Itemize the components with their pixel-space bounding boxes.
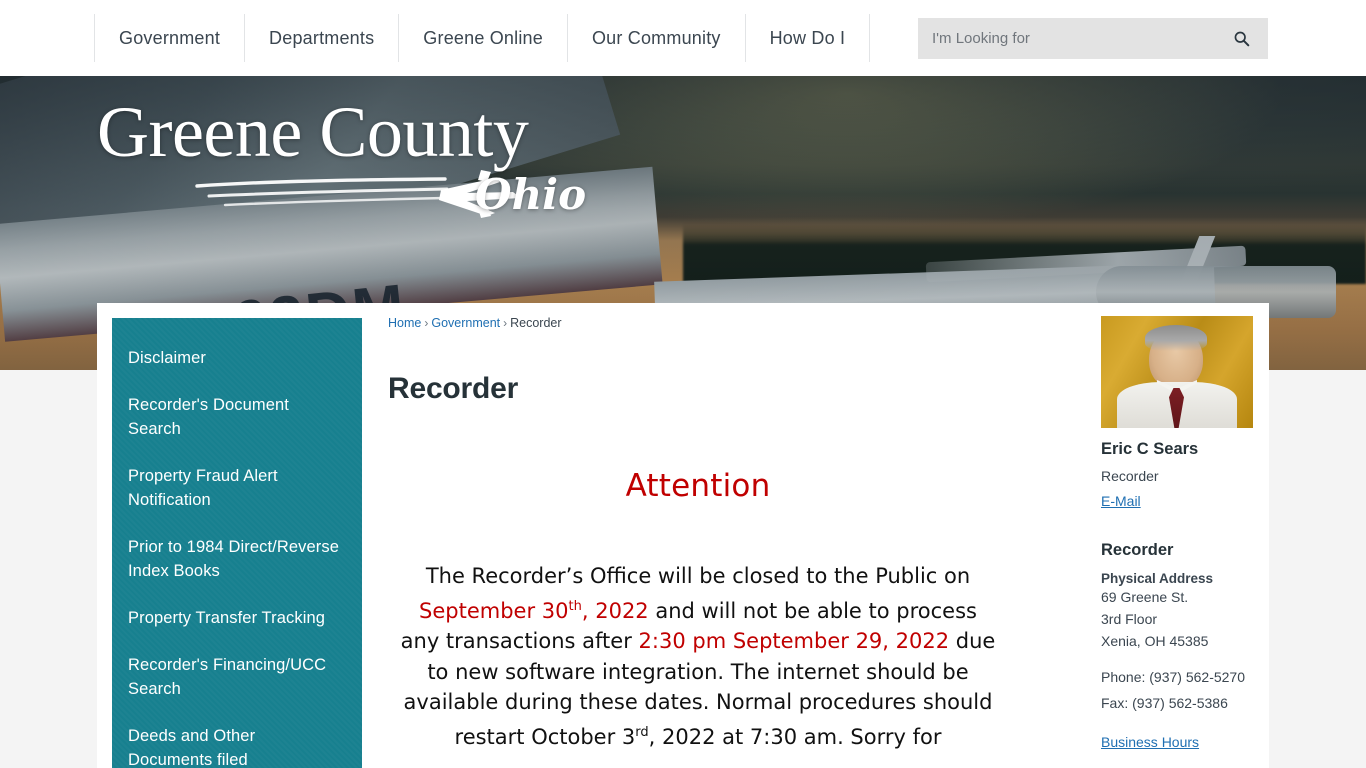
portrait-hair <box>1145 325 1207 351</box>
notice-heading: Attention <box>625 468 771 504</box>
sidebar-item-recorders-document-search[interactable]: Recorder's Document Search <box>128 393 342 441</box>
logo-title: Greene County <box>97 92 529 172</box>
address-line: 3rd Floor <box>1101 611 1158 627</box>
nav-label: Departments <box>269 27 375 48</box>
notice-date-1-suffix: th <box>568 598 582 614</box>
official-name: Eric C Sears <box>1101 440 1199 458</box>
nav-item-our-community[interactable]: Our Community <box>566 14 745 62</box>
breadcrumb-current: Recorder <box>510 316 562 330</box>
notice-date-1: September 30 <box>419 598 569 623</box>
address-line: 69 Greene St. <box>1101 589 1189 605</box>
search-button[interactable] <box>1228 26 1254 52</box>
nav-label: How Do I <box>769 27 846 48</box>
nav-label: Our Community <box>591 27 721 48</box>
breadcrumb-separator: › <box>424 316 429 330</box>
notice-body: The Recorder’s Office will be closed to … <box>388 561 1008 752</box>
business-hours-link[interactable]: Business Hours <box>1101 734 1199 750</box>
address-line: Xenia, OH 45385 <box>1101 633 1209 649</box>
sidebar-item-prior-to-1984-index-books[interactable]: Prior to 1984 Direct/Reverse Index Books <box>128 535 342 583</box>
contact-sidebar: Eric C Sears Recorder E-Mail Recorder Ph… <box>1101 316 1269 752</box>
notice-text-4: , 2022 at 7:30 am. Sorry for <box>648 724 942 749</box>
top-navigation-bar: Government Departments Greene Online Our… <box>0 0 1366 76</box>
primary-nav: Government Departments Greene Online Our… <box>94 14 871 62</box>
breadcrumb-separator: › <box>503 316 508 330</box>
official-role: Recorder <box>1101 468 1159 484</box>
notice-time-1: 2:30 pm September 29, 2022 <box>638 629 950 653</box>
nav-item-departments[interactable]: Departments <box>244 14 398 62</box>
breadcrumb: Home › Government › Recorder <box>388 316 1008 330</box>
sidebar-item-deeds-and-other-documents-filed[interactable]: Deeds and Other Documents filed <box>128 724 342 768</box>
nav-item-government[interactable]: Government <box>94 14 244 62</box>
phone-number: Phone: (937) 562-5270 <box>1101 669 1245 685</box>
sidebar-item-recorders-financing-ucc-search[interactable]: Recorder's Financing/UCC Search <box>128 653 342 701</box>
sidebar-item-property-transfer-tracking[interactable]: Property Transfer Tracking <box>128 606 342 630</box>
notice-text-3-suffix: rd <box>635 724 649 740</box>
breadcrumb-government[interactable]: Government <box>431 316 500 330</box>
nav-item-greene-online[interactable]: Greene Online <box>398 14 567 62</box>
nav-label: Government <box>119 27 221 48</box>
search-icon <box>1234 31 1249 47</box>
site-logo[interactable]: Greene County Ohio <box>97 94 617 228</box>
page-title: Recorder <box>388 372 519 405</box>
main-content: Home › Government › Recorder Recorder Attent… <box>388 316 1008 752</box>
search-input[interactable] <box>932 18 1228 59</box>
sidebar-item-property-fraud-alert-notification[interactable]: Property Fraud Alert Notification <box>128 464 342 512</box>
breadcrumb-home[interactable]: Home <box>388 316 421 330</box>
logo-subtitle: Ohio <box>475 170 587 220</box>
nav-label: Greene Online <box>423 27 543 48</box>
nav-item-how-do-i[interactable]: How Do I <box>744 14 871 62</box>
page-content-card: Disclaimer Recorder's Document Search Pr… <box>97 303 1269 768</box>
physical-address-label: Physical Address <box>1101 571 1214 586</box>
email-link[interactable]: E-Mail <box>1101 493 1141 509</box>
fax-number: Fax: (937) 562-5386 <box>1101 695 1228 711</box>
notice-text-1: The Recorder’s Office will be closed to … <box>425 564 971 588</box>
notice-date-1-year: , 2022 <box>581 598 649 623</box>
department-name: Recorder <box>1101 541 1174 559</box>
section-sidebar-menu: Disclaimer Recorder's Document Search Pr… <box>112 318 362 768</box>
search-bar[interactable] <box>918 18 1268 59</box>
avatar <box>1101 316 1253 428</box>
sidebar-item-disclaimer[interactable]: Disclaimer <box>128 346 342 370</box>
logo-sub-row: Ohio <box>97 166 617 228</box>
